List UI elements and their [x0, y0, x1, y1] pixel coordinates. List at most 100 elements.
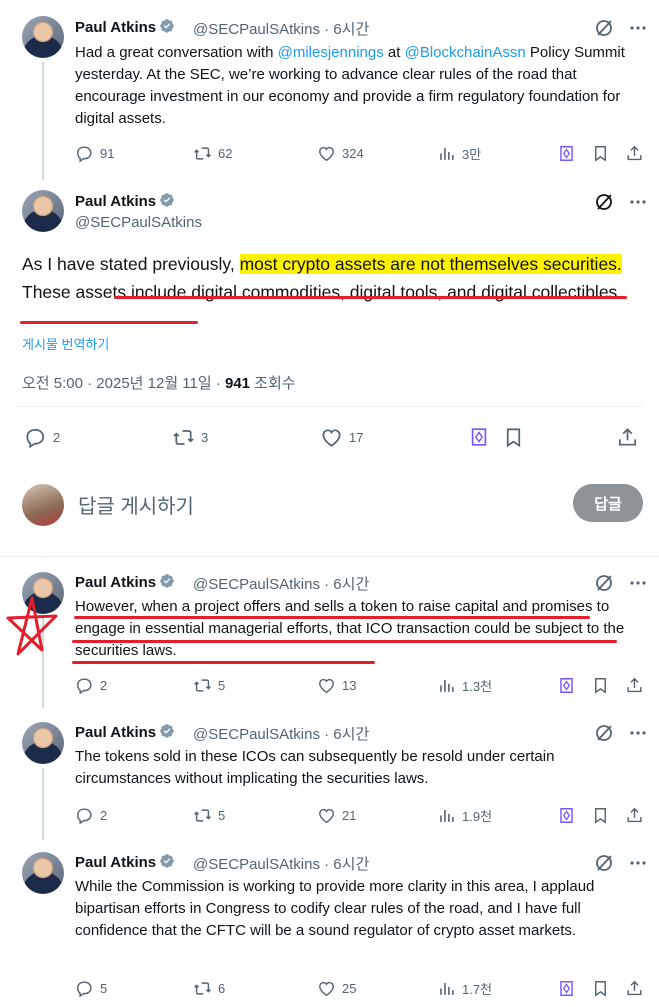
- bookmark-button[interactable]: [591, 806, 610, 825]
- grok-analyze-button[interactable]: [557, 979, 576, 998]
- mention-link[interactable]: @BlockchainAssn: [405, 44, 526, 61]
- author-name[interactable]: Paul Atkins: [75, 18, 175, 36]
- repost-icon: [194, 982, 211, 995]
- repost-button[interactable]: 6: [193, 979, 225, 998]
- bookmark-button[interactable]: [591, 979, 610, 998]
- verified-badge-icon: [160, 19, 174, 33]
- grok-analyze-button[interactable]: [557, 144, 576, 163]
- reply-icon: [77, 981, 92, 998]
- annotation-underline: [74, 616, 590, 619]
- avatar[interactable]: [22, 16, 64, 58]
- grok-icon[interactable]: [594, 573, 614, 593]
- user-avatar[interactable]: [22, 484, 64, 526]
- avatar[interactable]: [22, 852, 64, 894]
- bookmark-button[interactable]: [502, 426, 525, 449]
- tweet-text: While the Commission is working to provi…: [75, 878, 595, 939]
- repost-button[interactable]: 5: [193, 676, 225, 695]
- grok-analyze-icon: [560, 981, 573, 996]
- grok-icon[interactable]: [594, 723, 614, 743]
- divider: [16, 406, 643, 407]
- thread-line: [42, 62, 44, 180]
- reply-input[interactable]: 답글 게시하기: [78, 490, 194, 519]
- repost-button[interactable]: 3: [172, 426, 208, 449]
- views-button[interactable]: 1.9천: [437, 806, 492, 825]
- tweet-text: The tokens sold in these ICOs can subseq…: [75, 748, 555, 787]
- bookmark-button[interactable]: [591, 676, 610, 695]
- author-handle-time[interactable]: @SECPaulSAtkins · 6시간: [193, 18, 369, 39]
- reply-button[interactable]: 2: [75, 676, 107, 695]
- more-icon[interactable]: [628, 192, 648, 212]
- share-button[interactable]: [625, 979, 644, 998]
- views-button[interactable]: 3만: [437, 144, 481, 163]
- share-button[interactable]: [625, 806, 644, 825]
- author-handle-time[interactable]: @SECPaulSAtkins · 6시간: [193, 853, 369, 874]
- author-name[interactable]: Paul Atkins: [75, 723, 175, 741]
- reply-icon: [77, 808, 92, 825]
- tweet-3[interactable]: Paul Atkins @SECPaulSAtkins · 6시간 Howeve…: [0, 558, 659, 708]
- action-bar: 2 5 21 1.9천: [75, 806, 645, 826]
- grok-analyze-button[interactable]: [557, 676, 576, 695]
- repost-button[interactable]: 62: [193, 144, 232, 163]
- tweet-4[interactable]: Paul Atkins @SECPaulSAtkins · 6시간 The to…: [0, 708, 659, 840]
- bookmark-icon: [595, 981, 606, 997]
- divider: [0, 556, 659, 557]
- more-icon[interactable]: [628, 723, 648, 743]
- grok-icon[interactable]: [594, 18, 614, 38]
- mention-link[interactable]: @milesjennings: [278, 44, 384, 61]
- grok-analyze-icon: [560, 678, 573, 693]
- annotation-underline: [72, 661, 375, 664]
- repost-button[interactable]: 5: [193, 806, 225, 825]
- repost-icon: [194, 147, 211, 160]
- more-icon[interactable]: [628, 573, 648, 593]
- tweet-top-icons: [594, 573, 648, 593]
- avatar[interactable]: [22, 190, 64, 232]
- grok-analyze-button[interactable]: [468, 426, 490, 448]
- like-button[interactable]: 324: [317, 144, 364, 163]
- like-button[interactable]: 25: [317, 979, 356, 998]
- share-button[interactable]: [625, 676, 644, 695]
- reply-button[interactable]: 2: [75, 806, 107, 825]
- share-button[interactable]: [616, 426, 639, 449]
- author-handle-time[interactable]: @SECPaulSAtkins · 6시간: [193, 573, 369, 594]
- tweet-1[interactable]: Paul Atkins @SECPaulSAtkins · 6시간 Had a …: [0, 0, 659, 180]
- views-button[interactable]: 1.7천: [437, 979, 492, 998]
- like-button[interactable]: 17: [320, 426, 363, 449]
- more-icon[interactable]: [628, 18, 648, 38]
- author-name[interactable]: Paul Atkins: [75, 853, 175, 871]
- tweet-5[interactable]: Paul Atkins @SECPaulSAtkins · 6시간 While …: [0, 838, 659, 1007]
- highlighted-text: most crypto assets are not themselves se…: [239, 254, 622, 274]
- author-handle-time[interactable]: @SECPaulSAtkins · 6시간: [193, 723, 369, 744]
- author-name[interactable]: Paul Atkins: [75, 573, 175, 591]
- grok-analyze-icon: [471, 428, 487, 446]
- reply-button[interactable]: 91: [75, 144, 114, 163]
- grok-icon[interactable]: [594, 853, 614, 873]
- reply-button[interactable]: 2: [24, 426, 60, 449]
- tweet-top-icons: [594, 723, 648, 743]
- reply-button[interactable]: 답글: [573, 484, 643, 522]
- more-icon[interactable]: [628, 853, 648, 873]
- tweet-text: However, when a project offers and sells…: [75, 598, 625, 659]
- author-name[interactable]: Paul Atkins: [75, 192, 175, 210]
- grok-analyze-button[interactable]: [557, 806, 576, 825]
- tweet-top-icons: [594, 18, 648, 38]
- like-icon: [319, 808, 334, 824]
- views-button[interactable]: 1.3천: [437, 676, 492, 695]
- avatar[interactable]: [22, 722, 64, 764]
- bookmark-button[interactable]: [591, 144, 610, 163]
- grok-icon[interactable]: [594, 192, 614, 212]
- author-handle[interactable]: @SECPaulSAtkins: [75, 214, 202, 231]
- star-annotation: [6, 596, 58, 656]
- share-button[interactable]: [625, 144, 644, 163]
- bookmark-icon: [595, 146, 606, 162]
- translate-link[interactable]: 게시물 번역하기: [22, 334, 109, 353]
- action-bar: 91 62 324 3만: [75, 144, 645, 164]
- like-button[interactable]: 13: [317, 676, 356, 695]
- like-button[interactable]: 21: [317, 806, 356, 825]
- repost-icon: [194, 809, 211, 822]
- reply-icon: [77, 678, 92, 695]
- views-icon: [440, 147, 454, 160]
- reply-button[interactable]: 5: [75, 979, 107, 998]
- tweet-text: Had a great conversation with @milesjenn…: [75, 44, 625, 127]
- tweet-2-focused[interactable]: Paul Atkins @SECPaulSAtkins As I have st…: [0, 178, 659, 468]
- bookmark-icon: [595, 808, 606, 824]
